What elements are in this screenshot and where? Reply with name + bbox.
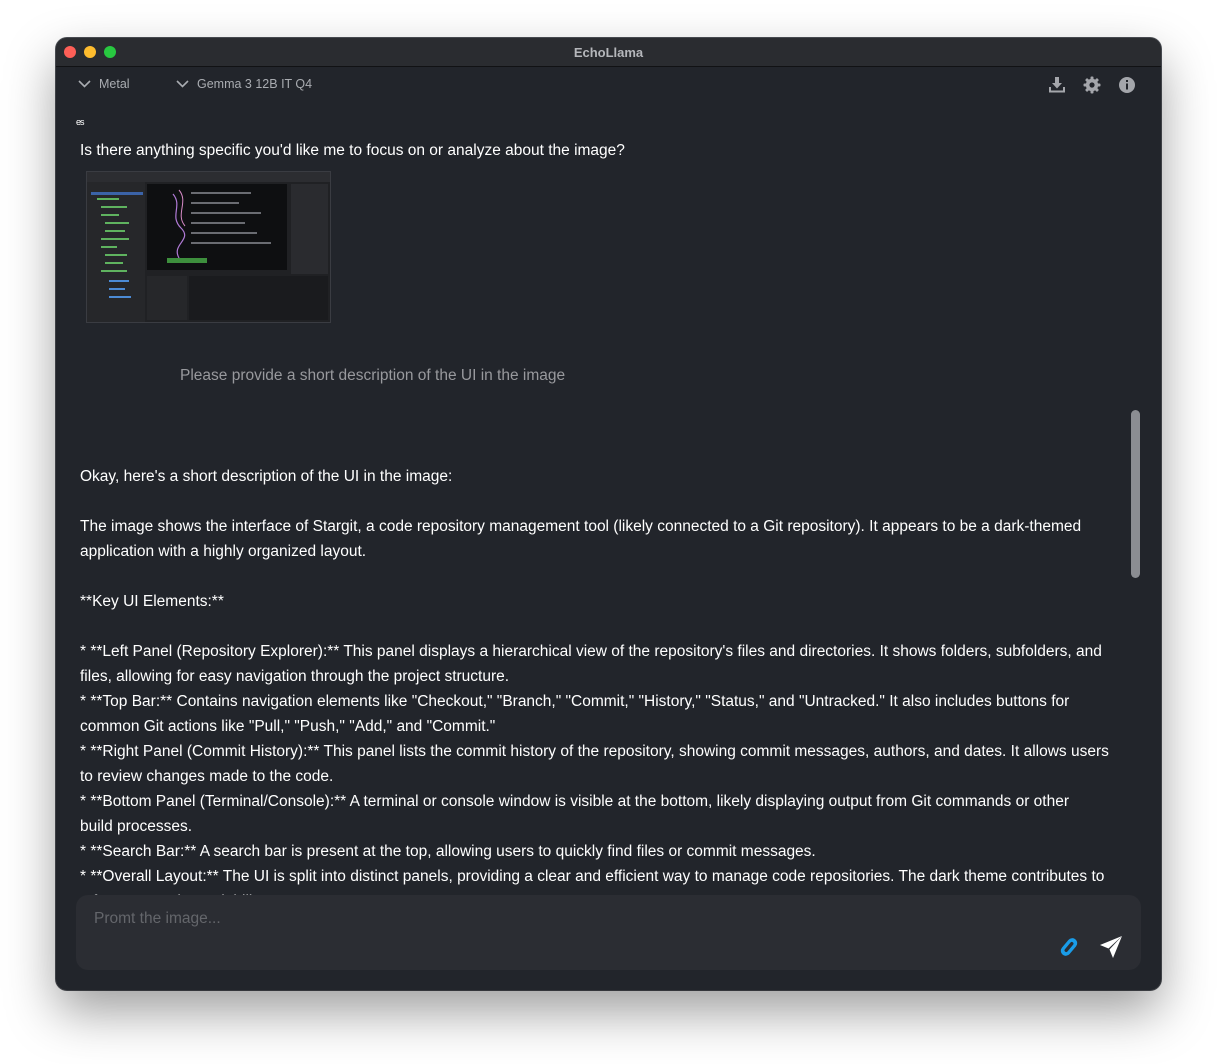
previous-response-line: Is there anything specific you'd like me… xyxy=(80,142,625,159)
response-line: * **Right Panel (Commit History):** This… xyxy=(80,743,1109,760)
response-line: * **Bottom Panel (Terminal/Console):** A… xyxy=(80,793,1070,810)
response-line: common Git actions like "Pull," "Push," … xyxy=(80,718,496,735)
screenshot-preview-graphic xyxy=(87,172,330,322)
chevron-down-icon xyxy=(176,80,189,88)
response-line: * **Search Bar:** A search bar is presen… xyxy=(80,843,816,860)
backend-select-value: Metal xyxy=(99,77,130,91)
chat-area: es Is there anything specific you'd like… xyxy=(56,105,1161,923)
title-bar: EchoLlama xyxy=(56,38,1161,67)
send-icon[interactable] xyxy=(1099,935,1123,959)
response-line: * **Left Panel (Repository Explorer):** … xyxy=(80,643,1102,660)
response-line: * **Overall Layout:** The UI is split in… xyxy=(80,868,1105,885)
backend-select[interactable]: Metal xyxy=(78,77,130,91)
clipped-text-fragment: es xyxy=(76,117,84,127)
response-line: build processes. xyxy=(80,818,193,835)
response-line: files, allowing for easy navigation thro… xyxy=(80,668,510,685)
response-line: The image shows the interface of Stargit… xyxy=(80,518,1082,535)
response-line: * **Top Bar:** Contains navigation eleme… xyxy=(80,693,1070,710)
paperclip-icon[interactable] xyxy=(1058,936,1080,958)
chevron-down-icon xyxy=(78,80,91,88)
app-window: EchoLlama Metal Gemma 3 12B IT Q4 es Is … xyxy=(56,38,1161,990)
model-select[interactable]: Gemma 3 12B IT Q4 xyxy=(176,77,312,91)
response-line: to review changes made to the code. xyxy=(80,768,334,785)
info-icon[interactable] xyxy=(1118,76,1136,94)
response-line: application with a highly organized layo… xyxy=(80,543,367,560)
window-title: EchoLlama xyxy=(573,45,644,60)
prompt-input[interactable] xyxy=(92,909,996,929)
response-line: **Key UI Elements:** xyxy=(80,593,224,610)
chat-scrollbar[interactable] xyxy=(1131,410,1140,578)
model-select-value: Gemma 3 12B IT Q4 xyxy=(197,77,313,91)
response-line: Okay, here's a short description of the … xyxy=(80,468,453,485)
attached-image-thumbnail[interactable] xyxy=(86,171,331,323)
user-message: Please provide a short description of th… xyxy=(180,367,566,384)
prompt-composer xyxy=(76,895,1141,970)
gear-icon[interactable] xyxy=(1083,76,1101,94)
toolbar: Metal Gemma 3 12B IT Q4 xyxy=(56,67,1161,105)
download-icon[interactable] xyxy=(1048,76,1066,94)
